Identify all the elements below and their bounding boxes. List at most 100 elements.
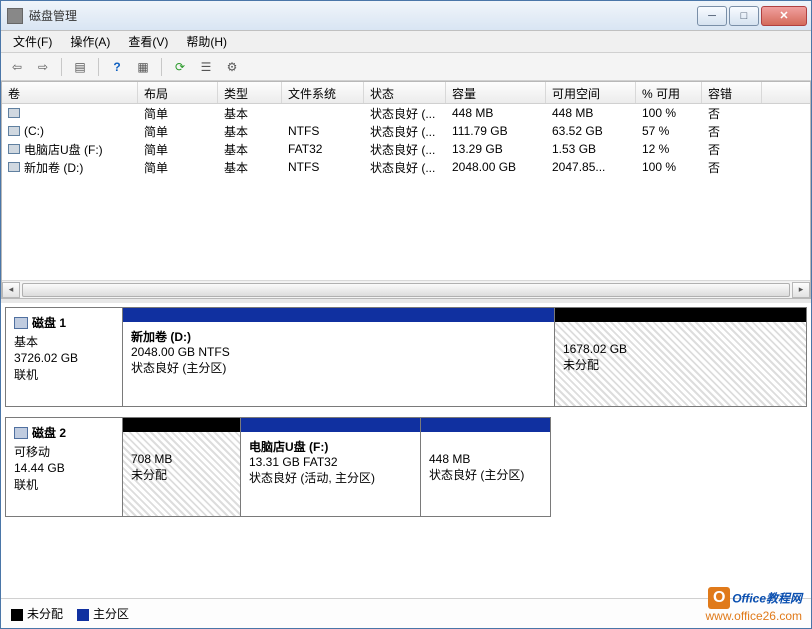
unallocated-stripe: [555, 308, 806, 322]
maximize-button[interactable]: □: [729, 6, 759, 26]
volume-icon: [8, 108, 20, 118]
disk-1-info[interactable]: 磁盘 1 基本 3726.02 GB 联机: [5, 307, 123, 407]
table-row[interactable]: 简单基本状态良好 (...448 MB448 MB100 %否: [2, 104, 810, 122]
partition-name: 电脑店U盘 (F:): [249, 438, 412, 455]
refresh-button[interactable]: ⟳: [170, 57, 190, 77]
vol-pct: 100 %: [636, 159, 702, 175]
col-cap[interactable]: 容量: [446, 82, 546, 103]
disk-1-partition-2[interactable]: 1678.02 GB 未分配: [555, 307, 807, 407]
disk-1-state: 联机: [14, 366, 114, 383]
menubar: 文件(F) 操作(A) 查看(V) 帮助(H): [1, 31, 811, 53]
vol-status: 状态良好 (...: [364, 104, 446, 123]
volume-list[interactable]: 卷 布局 类型 文件系统 状态 容量 可用空间 % 可用 容错 简单基本状态良好…: [1, 81, 811, 299]
vol-layout: 简单: [138, 158, 218, 177]
disk-2-info[interactable]: 磁盘 2 可移动 14.44 GB 联机: [5, 417, 123, 517]
minimize-button[interactable]: ─: [697, 6, 727, 26]
primary-stripe: [241, 418, 420, 432]
disk-2-partition-3[interactable]: 448 MB 状态良好 (主分区): [421, 417, 551, 517]
disk-1-partition-1[interactable]: 新加卷 (D:) 2048.00 GB NTFS 状态良好 (主分区): [123, 307, 555, 407]
list-header[interactable]: 卷 布局 类型 文件系统 状态 容量 可用空间 % 可用 容错: [2, 82, 810, 104]
menu-view[interactable]: 查看(V): [120, 31, 176, 52]
menu-help[interactable]: 帮助(H): [178, 31, 235, 52]
watermark: OOffice教程网 www.office26.com: [706, 587, 803, 623]
vol-ft: 否: [702, 140, 762, 159]
menu-action[interactable]: 操作(A): [62, 31, 118, 52]
vol-name: 新加卷 (D:): [24, 159, 83, 176]
partition-status: 状态良好 (主分区): [429, 466, 542, 483]
partition-detail: 1678.02 GB: [563, 342, 798, 356]
scroll-right[interactable]: ▸: [792, 282, 810, 298]
scroll-thumb[interactable]: [22, 283, 790, 297]
vol-free: 2047.85...: [546, 159, 636, 175]
vol-layout: 简单: [138, 122, 218, 141]
vol-cap: 2048.00 GB: [446, 159, 546, 175]
partition-detail: 448 MB: [429, 452, 542, 466]
menu-file[interactable]: 文件(F): [5, 31, 60, 52]
partition-detail: 2048.00 GB NTFS: [131, 345, 546, 359]
disk-1-block: 磁盘 1 基本 3726.02 GB 联机 新加卷 (D:) 2048.00 G…: [5, 307, 807, 407]
partition-name: 新加卷 (D:): [131, 328, 546, 345]
more-button[interactable]: ⚙: [222, 57, 242, 77]
vol-status: 状态良好 (...: [364, 122, 446, 141]
partition-detail: 13.31 GB FAT32: [249, 455, 412, 469]
show-hide-button[interactable]: ▤: [70, 57, 90, 77]
volume-icon: [8, 126, 20, 136]
view-button[interactable]: ▦: [133, 57, 153, 77]
col-free[interactable]: 可用空间: [546, 82, 636, 103]
help-button[interactable]: ?: [107, 57, 127, 77]
disk-1-title: 磁盘 1: [32, 314, 66, 331]
app-icon: [7, 8, 23, 24]
partition-status: 未分配: [131, 466, 232, 483]
vol-pct: 57 %: [636, 123, 702, 139]
vol-free: 63.52 GB: [546, 123, 636, 139]
disk-2-partition-2[interactable]: 电脑店U盘 (F:) 13.31 GB FAT32 状态良好 (活动, 主分区): [241, 417, 421, 517]
vol-ft: 否: [702, 122, 762, 141]
close-button[interactable]: ✕: [761, 6, 807, 26]
vol-ft: 否: [702, 158, 762, 177]
col-ft[interactable]: 容错: [702, 82, 762, 103]
vol-free: 1.53 GB: [546, 141, 636, 157]
volume-icon: [8, 144, 20, 154]
vol-fs: [282, 112, 364, 114]
col-type[interactable]: 类型: [218, 82, 282, 103]
back-button[interactable]: ⇦: [7, 57, 27, 77]
vol-status: 状态良好 (...: [364, 140, 446, 159]
vol-type: 基本: [218, 122, 282, 141]
window-title: 磁盘管理: [29, 7, 697, 24]
disk-2-partition-1[interactable]: 708 MB 未分配: [123, 417, 241, 517]
table-row[interactable]: 新加卷 (D:)简单基本NTFS状态良好 (...2048.00 GB2047.…: [2, 158, 810, 176]
forward-button[interactable]: ⇨: [33, 57, 53, 77]
vol-layout: 简单: [138, 104, 218, 123]
vol-type: 基本: [218, 158, 282, 177]
vol-cap: 448 MB: [446, 105, 546, 121]
legend: 未分配 主分区: [1, 598, 811, 628]
table-row[interactable]: 电脑店U盘 (F:)简单基本FAT32状态良好 (...13.29 GB1.53…: [2, 140, 810, 158]
disk-icon: [14, 317, 28, 329]
col-status[interactable]: 状态: [364, 82, 446, 103]
h-scrollbar[interactable]: ◂ ▸: [2, 280, 810, 298]
vol-pct: 100 %: [636, 105, 702, 121]
vol-cap: 111.79 GB: [446, 123, 546, 139]
disk-2-title: 磁盘 2: [32, 424, 66, 441]
col-volume[interactable]: 卷: [2, 82, 138, 103]
scroll-left[interactable]: ◂: [2, 282, 20, 298]
legend-unallocated: 未分配: [11, 605, 63, 622]
col-pct[interactable]: % 可用: [636, 82, 702, 103]
disk-graphic-pane: 磁盘 1 基本 3726.02 GB 联机 新加卷 (D:) 2048.00 G…: [1, 303, 811, 598]
vol-ft: 否: [702, 104, 762, 123]
disk-2-size: 14.44 GB: [14, 461, 114, 475]
settings-button[interactable]: ☰: [196, 57, 216, 77]
disk-2-state: 联机: [14, 476, 114, 493]
table-row[interactable]: (C:)简单基本NTFS状态良好 (...111.79 GB63.52 GB57…: [2, 122, 810, 140]
disk-1-type: 基本: [14, 333, 114, 350]
vol-pct: 12 %: [636, 141, 702, 157]
partition-status: 未分配: [563, 356, 798, 373]
col-fs[interactable]: 文件系统: [282, 82, 364, 103]
vol-type: 基本: [218, 104, 282, 123]
unallocated-stripe: [123, 418, 240, 432]
vol-name: 电脑店U盘 (F:): [24, 141, 103, 158]
vol-cap: 13.29 GB: [446, 141, 546, 157]
disk-1-size: 3726.02 GB: [14, 351, 114, 365]
col-layout[interactable]: 布局: [138, 82, 218, 103]
vol-fs: NTFS: [282, 123, 364, 139]
